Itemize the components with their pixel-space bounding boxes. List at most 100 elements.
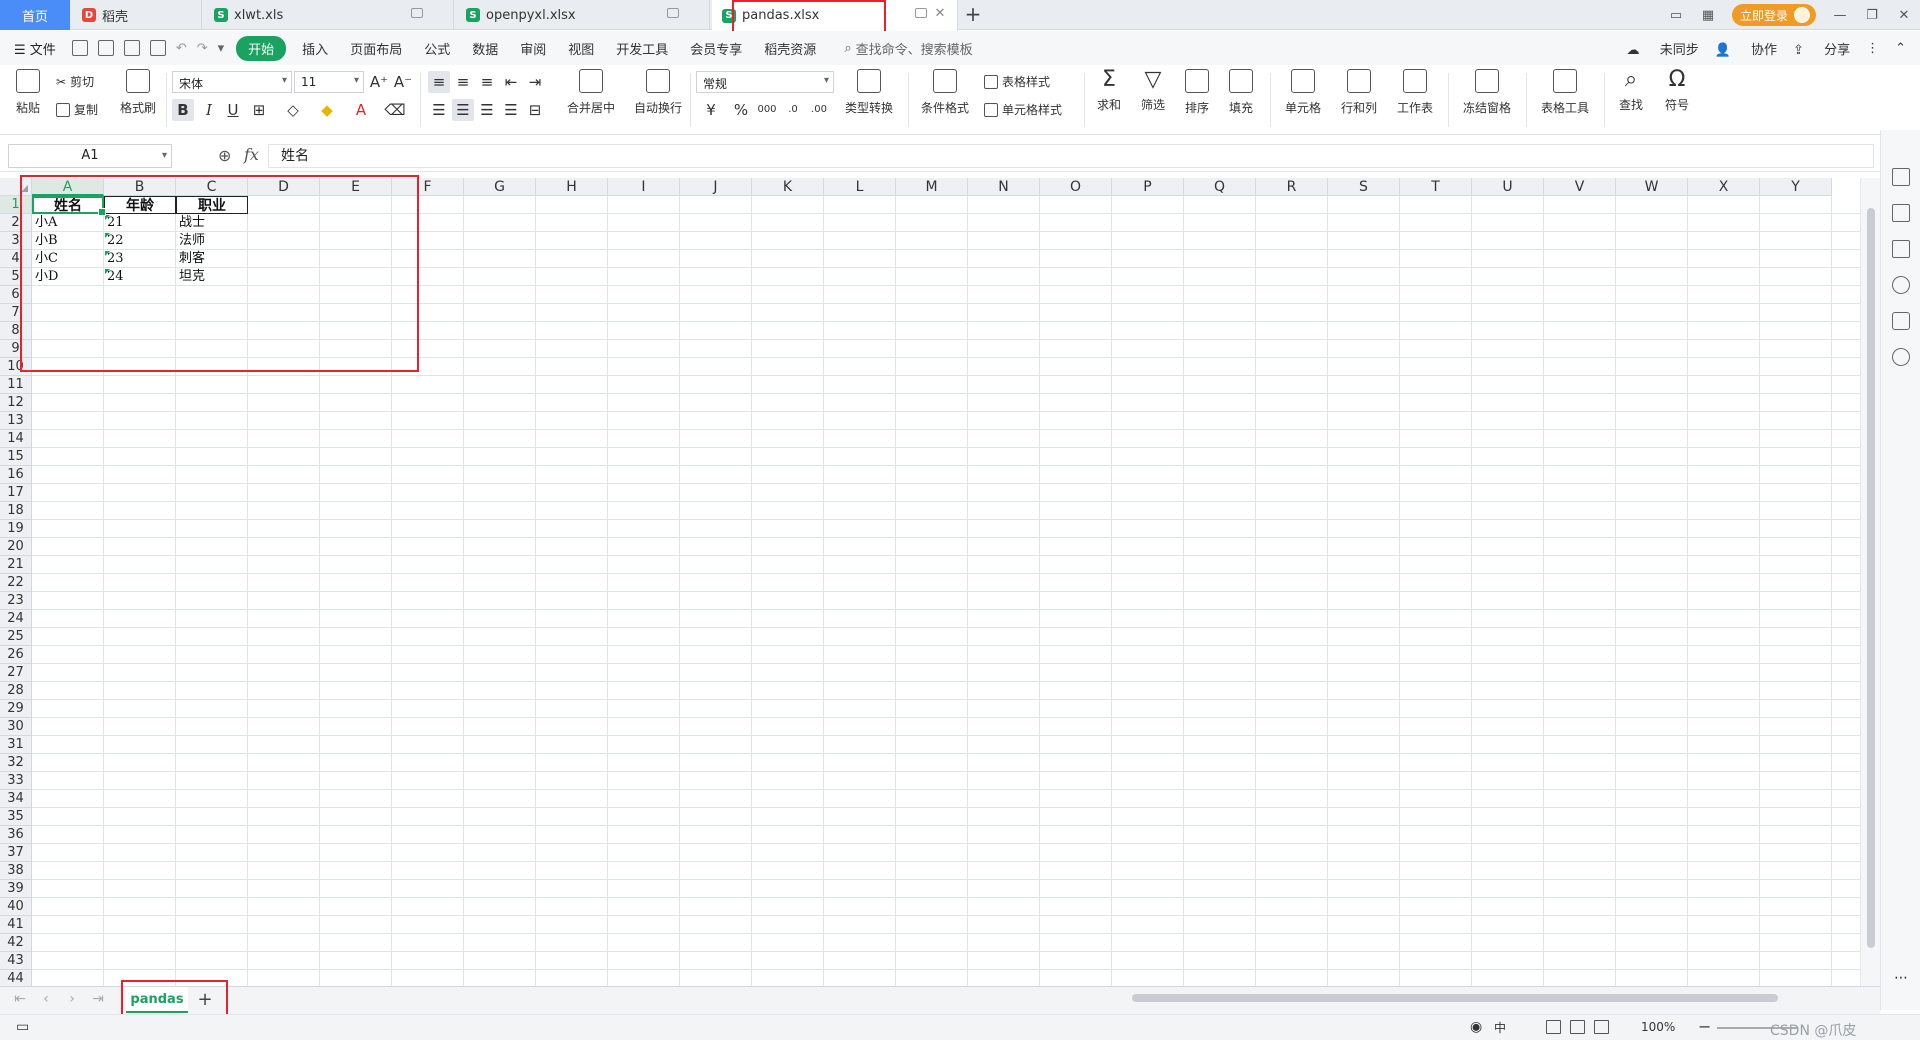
row-header-42[interactable]: 42 <box>0 934 32 952</box>
row-header-33[interactable]: 33 <box>0 772 32 790</box>
normal-view-icon[interactable] <box>1546 1020 1561 1034</box>
type-convert-button[interactable]: 类型转换 <box>838 65 900 116</box>
filter-button[interactable]: ▽ 筛选 <box>1136 65 1170 113</box>
increase-font-icon[interactable]: A⁺ <box>368 71 390 93</box>
cell-C5[interactable]: 坦克 <box>176 268 248 286</box>
row-header-31[interactable]: 31 <box>0 736 32 754</box>
zoom-level[interactable]: 100% <box>1641 1020 1675 1034</box>
minimize-icon[interactable]: — <box>1824 0 1856 30</box>
row-header-8[interactable]: 8 <box>0 322 32 340</box>
row-header-32[interactable]: 32 <box>0 754 32 772</box>
zoom-icon[interactable]: ⊕ <box>218 146 231 165</box>
prev-sheet-icon[interactable]: ‹ <box>38 991 54 1009</box>
row-header-15[interactable]: 15 <box>0 448 32 466</box>
row-header-3[interactable]: 3 <box>0 232 32 250</box>
row-header-20[interactable]: 20 <box>0 538 32 556</box>
sync-button[interactable]: ☁ 未同步 <box>1627 39 1699 58</box>
column-header-W[interactable]: W <box>1616 178 1688 196</box>
spreadsheet-grid[interactable]: ABCDEFGHIJKLMNOPQRSTUVWXY 1 2 3 4 5 6 7 8 9 10 11 1… <box>0 178 1860 986</box>
row-header-16[interactable]: 16 <box>0 466 32 484</box>
column-header-H[interactable]: H <box>536 178 608 196</box>
column-header-R[interactable]: R <box>1256 178 1328 196</box>
thousands-icon[interactable]: 000 <box>756 99 778 121</box>
save-icon[interactable] <box>71 40 88 56</box>
align-middle-icon[interactable]: ≡ <box>452 71 474 93</box>
cell-C2[interactable]: 战士 <box>176 214 248 232</box>
column-header-O[interactable]: O <box>1040 178 1112 196</box>
command-search[interactable]: ⌕ 查找命令、搜索模板 <box>844 39 972 58</box>
column-header-S[interactable]: S <box>1328 178 1400 196</box>
indent-increase-icon[interactable]: ⇥ <box>524 71 546 93</box>
cell-A2[interactable]: 小A <box>32 214 104 232</box>
menu-member[interactable]: 会员专享 <box>690 39 742 58</box>
align-top-icon[interactable]: ≡ <box>428 71 450 93</box>
row-header-5[interactable]: 5 <box>0 268 32 286</box>
cell-B5[interactable]: 24 <box>104 268 176 286</box>
cell-C4[interactable]: 刺客 <box>176 250 248 268</box>
cell-B1[interactable]: 年龄 <box>104 196 176 214</box>
cell-button[interactable]: 单元格 <box>1280 65 1326 116</box>
page-break-view-icon[interactable] <box>1594 1020 1609 1034</box>
merge-center-button[interactable]: 合并居中 <box>560 65 622 116</box>
row-header-4[interactable]: 4 <box>0 250 32 268</box>
menu-review[interactable]: 审阅 <box>520 39 546 58</box>
pin-icon[interactable] <box>411 8 423 18</box>
row-header-27[interactable]: 27 <box>0 664 32 682</box>
column-header-T[interactable]: T <box>1400 178 1472 196</box>
cell-B2[interactable]: 21 <box>104 214 176 232</box>
row-header-30[interactable]: 30 <box>0 718 32 736</box>
more-icon[interactable]: ⋮ <box>1866 41 1879 56</box>
login-button[interactable]: 立即登录 <box>1731 4 1816 26</box>
horizontal-scroll-thumb[interactable] <box>1132 994 1778 1002</box>
column-header-M[interactable]: M <box>896 178 968 196</box>
add-sheet-button[interactable]: + <box>194 989 216 1011</box>
column-header-Y[interactable]: Y <box>1760 178 1832 196</box>
formula-input[interactable]: 姓名 <box>268 144 1874 168</box>
cell-A3[interactable]: 小B <box>32 232 104 250</box>
row-header-22[interactable]: 22 <box>0 574 32 592</box>
row-header-19[interactable]: 19 <box>0 520 32 538</box>
freeze-panes-button[interactable]: 冻结窗格 <box>1458 65 1516 116</box>
sheet-tab-pandas[interactable]: pandas <box>126 987 188 1013</box>
bold-icon[interactable]: B <box>172 99 194 121</box>
eye-protection-icon[interactable]: ◉ <box>1470 1019 1482 1035</box>
column-header-X[interactable]: X <box>1688 178 1760 196</box>
align-center-icon[interactable]: ☰ <box>452 99 474 121</box>
decrease-decimal-icon[interactable]: .00 <box>808 99 830 121</box>
wrap-text-button[interactable]: 自动换行 <box>630 65 686 116</box>
tab-home[interactable]: 首页 <box>0 0 70 30</box>
column-header-J[interactable]: J <box>680 178 752 196</box>
fill-button[interactable]: 填充 <box>1224 65 1258 116</box>
window-close-icon[interactable]: ✕ <box>1888 0 1920 30</box>
justify-icon[interactable]: ☰ <box>500 99 522 121</box>
align-left-icon[interactable]: ☰ <box>428 99 450 121</box>
row-header-23[interactable]: 23 <box>0 592 32 610</box>
tab-daoke[interactable]: D 稻壳 <box>72 0 202 30</box>
align-right-icon[interactable]: ☰ <box>476 99 498 121</box>
sort-button[interactable]: 排序 <box>1180 65 1214 116</box>
cut-button[interactable]: ✂ 剪切 <box>56 73 94 90</box>
distribute-icon[interactable]: ⊟ <box>524 99 546 121</box>
row-header-40[interactable]: 40 <box>0 898 32 916</box>
increase-decimal-icon[interactable]: .0 <box>782 99 804 121</box>
paste-button[interactable]: 粘贴 <box>10 65 46 116</box>
row-header-26[interactable]: 26 <box>0 646 32 664</box>
underline-icon[interactable]: U <box>222 99 244 121</box>
cell-A5[interactable]: 小D <box>32 268 104 286</box>
column-header-A[interactable]: A <box>32 178 104 196</box>
font-size-select[interactable]: 11 <box>294 71 364 93</box>
worksheet-button[interactable]: 工作表 <box>1392 65 1438 116</box>
undo-icon[interactable]: ↶ <box>176 41 187 56</box>
conditional-format-button[interactable]: 条件格式 <box>914 65 976 116</box>
row-header-6[interactable]: 6 <box>0 286 32 304</box>
row-header-10[interactable]: 10 <box>0 358 32 376</box>
close-icon[interactable]: ✕ <box>933 7 947 21</box>
column-header-K[interactable]: K <box>752 178 824 196</box>
find-button[interactable]: ⌕ 查找 <box>1614 65 1648 113</box>
table-style-button[interactable]: 表格样式 <box>984 73 1050 90</box>
properties-icon[interactable] <box>1892 204 1910 222</box>
symbol-button[interactable]: Ω 符号 <box>1660 65 1694 113</box>
format-painter-button[interactable]: 格式刷 <box>118 65 158 116</box>
cell-C1[interactable]: 职业 <box>176 196 248 214</box>
row-header-25[interactable]: 25 <box>0 628 32 646</box>
